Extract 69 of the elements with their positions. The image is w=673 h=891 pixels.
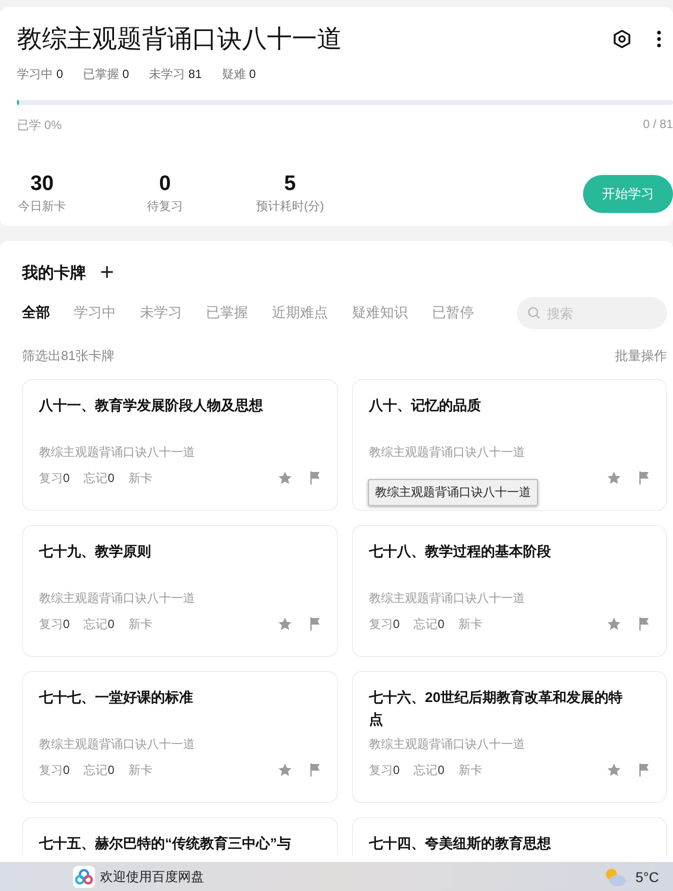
- star-icon[interactable]: [277, 470, 293, 486]
- card-stat: 忘记0: [84, 470, 114, 486]
- card-stat: 复习0: [369, 762, 400, 778]
- progress-count: 0 / 81: [642, 117, 673, 133]
- count-label: 已掌握 0: [83, 66, 130, 83]
- deck-title: 教综主观题背诵口诀八十一道: [17, 24, 342, 55]
- stat-value: 5: [284, 172, 296, 196]
- stat-value: 0: [159, 172, 171, 196]
- taskbar-app[interactable]: 欢迎使用百度网盘: [73, 866, 204, 888]
- count-label: 疑难 0: [222, 66, 256, 83]
- card-stat: 新卡: [128, 616, 152, 632]
- star-icon[interactable]: [606, 762, 622, 778]
- filter-summary: 筛选出81张卡牌: [22, 347, 114, 365]
- card-title: 七十七、一堂好课的标准: [39, 688, 194, 707]
- card-title: 七十五、赫尔巴特的“传统教育三中心”与: [39, 834, 292, 853]
- card-stat: 新卡: [458, 616, 482, 632]
- card-title: 七十八、教学过程的基本阶段: [369, 542, 552, 561]
- stat-value: 30: [30, 172, 54, 196]
- card-stat: 复习0: [369, 616, 400, 632]
- card-source: 教综主观题背诵口诀八十一道: [39, 444, 196, 461]
- flashcard[interactable]: 八十、记忆的品质 教综主观题背诵口诀八十一道 教综主观题背诵口诀八十一道: [352, 379, 667, 511]
- stat-label: 待复习: [147, 198, 183, 215]
- stat-label: 今日新卡: [18, 198, 66, 215]
- section-title: 我的卡牌: [22, 264, 86, 284]
- star-icon[interactable]: [277, 762, 293, 778]
- card-source: 教综主观题背诵口诀八十一道: [39, 736, 196, 753]
- count-label: 学习中 0: [17, 66, 64, 83]
- temperature: 5°C: [636, 868, 659, 884]
- star-icon[interactable]: [277, 616, 293, 632]
- card-stat: 复习0: [39, 470, 70, 486]
- star-icon[interactable]: [606, 616, 622, 632]
- card-source: 教综主观题背诵口诀八十一道: [369, 736, 526, 753]
- flashcard[interactable]: 八十一、教育学发展阶段人物及思想 教综主观题背诵口诀八十一道 复习0 忘记0 新卡: [22, 379, 338, 511]
- batch-action-link[interactable]: 批量操作: [615, 347, 667, 365]
- settings-icon[interactable]: [611, 28, 633, 50]
- card-stat: 忘记0: [84, 616, 114, 632]
- card-stat: 复习0: [39, 616, 70, 632]
- card-title: 八十一、教育学发展阶段人物及思想: [39, 396, 264, 415]
- flashcard[interactable]: 七十六、20世纪后期教育改革和发展的特点 教综主观题背诵口诀八十一道 复习0 忘记0 新卡: [352, 671, 667, 803]
- card-stat: 新卡: [458, 762, 482, 778]
- flashcard[interactable]: 七十七、一堂好课的标准 教综主观题背诵口诀八十一道 复习0 忘记0 新卡: [22, 671, 338, 803]
- taskbar-app-label: 欢迎使用百度网盘: [100, 868, 204, 886]
- card-source: 教综主观题背诵口诀八十一道: [369, 590, 526, 607]
- card-stat: 忘记0: [414, 616, 444, 632]
- tooltip: 教综主观题背诵口诀八十一道: [368, 479, 538, 506]
- card-title: 七十九、教学原则: [39, 542, 152, 561]
- flashcard[interactable]: 七十八、教学过程的基本阶段 教综主观题背诵口诀八十一道 复习0 忘记0 新卡: [352, 525, 667, 657]
- card-title: 七十四、夸美纽斯的教育思想: [369, 834, 552, 853]
- count-label: 未学习 81: [149, 66, 202, 83]
- progress-caption: 已学 0%: [17, 117, 62, 134]
- filter-tab[interactable]: 全部: [22, 304, 50, 322]
- card-source: 教综主观题背诵口诀八十一道: [39, 590, 196, 607]
- stat-label: 预计耗时(分): [256, 198, 324, 215]
- search-icon: [527, 306, 541, 320]
- card-stat: 新卡: [128, 470, 152, 486]
- cloud-app-icon: [73, 866, 95, 888]
- card-stat: 复习0: [39, 762, 70, 778]
- card-title: 七十六、20世纪后期教育改革和发展的特点: [369, 688, 624, 729]
- card-source: 教综主观题背诵口诀八十一道: [369, 444, 526, 461]
- card-title: 八十、记忆的品质: [369, 396, 482, 415]
- flashcard[interactable]: 七十五、赫尔巴特的“传统教育三中心”与: [22, 817, 338, 856]
- add-button[interactable]: +: [100, 261, 114, 285]
- card-stat: 忘记0: [414, 762, 444, 778]
- card-stat: 忘记0: [84, 762, 114, 778]
- flashcard[interactable]: 七十九、教学原则 教综主观题背诵口诀八十一道 复习0 忘记0 新卡: [22, 525, 338, 657]
- more-icon[interactable]: [655, 28, 663, 50]
- star-icon[interactable]: [606, 470, 622, 486]
- flashcard[interactable]: 七十四、夸美纽斯的教育思想: [352, 817, 667, 856]
- card-stat: 新卡: [128, 762, 152, 778]
